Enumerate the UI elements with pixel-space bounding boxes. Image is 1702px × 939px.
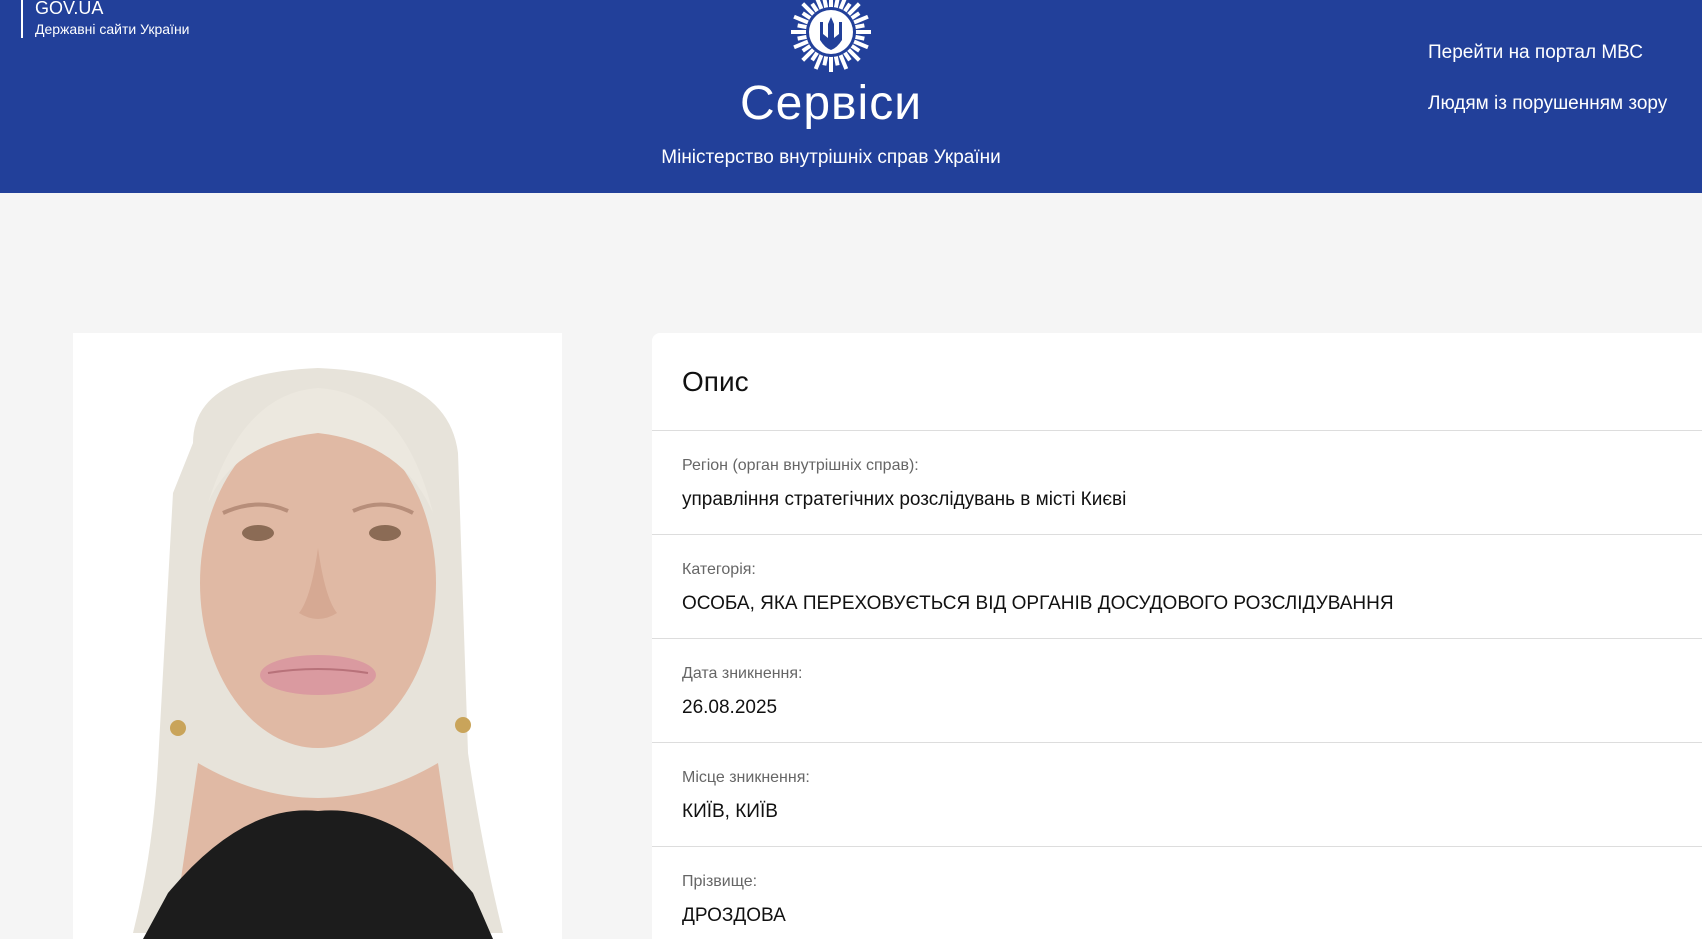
field-value: ДРОЗДОВА	[682, 905, 786, 926]
page-title: Сервіси	[739, 77, 923, 130]
field-label: Прізвище:	[682, 873, 758, 890]
field-value: 26.08.2025	[682, 697, 778, 718]
mvs-portal-link[interactable]: Перейти на портал МВС	[1428, 42, 1643, 64]
field-category: Категорія: ОСОБА, ЯКА ПЕРЕХОВУЄТЬСЯ ВІД …	[652, 535, 1702, 639]
gov-ua-title: GOV.UA	[35, 0, 104, 18]
field-region: Регіон (орган внутрішніх справ): управлі…	[652, 431, 1702, 535]
accessibility-link[interactable]: Людям із порушенням зору	[1428, 93, 1667, 115]
field-surname: Прізвище: ДРОЗДОВА	[652, 847, 1702, 939]
description-title: Опис	[652, 333, 1702, 431]
police-star-emblem-icon[interactable]	[785, 0, 877, 74]
gov-ua-link[interactable]: GOV.UA Державні сайти України	[21, 0, 190, 38]
field-value: управління стратегічних розслідувань в м…	[682, 489, 1127, 510]
description-panel: Опис Регіон (орган внутрішніх справ): уп…	[652, 333, 1702, 939]
person-photo-card	[73, 333, 562, 939]
person-photo	[73, 333, 562, 939]
gov-ua-subtitle: Державні сайти України	[35, 21, 190, 37]
field-label: Місце зникнення:	[682, 769, 810, 786]
field-value: КИЇВ, КИЇВ	[682, 801, 778, 822]
field-label: Категорія:	[682, 561, 756, 578]
site-header: GOV.UA Державні сайти України Сервіси Мі…	[0, 0, 1702, 193]
ministry-subtitle: Міністерство внутрішніх справ України	[661, 147, 1001, 168]
field-value: ОСОБА, ЯКА ПЕРЕХОВУЄТЬСЯ ВІД ОРГАНІВ ДОС…	[682, 593, 1394, 614]
field-label: Дата зникнення:	[682, 665, 803, 682]
field-label: Регіон (орган внутрішніх справ):	[682, 457, 919, 474]
field-disappearance-place: Місце зникнення: КИЇВ, КИЇВ	[652, 743, 1702, 847]
field-disappearance-date: Дата зникнення: 26.08.2025	[652, 639, 1702, 743]
